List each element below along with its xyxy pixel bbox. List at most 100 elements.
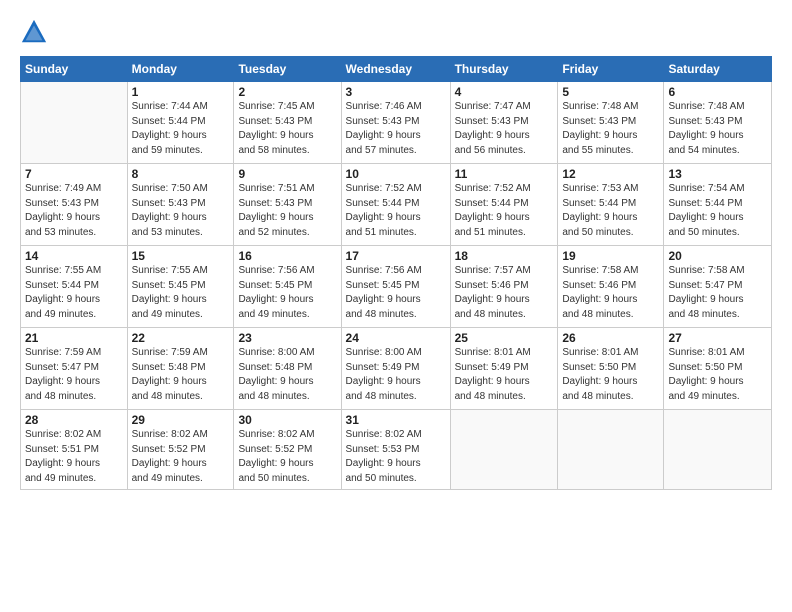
day-info: Sunrise: 7:44 AMSunset: 5:44 PMDaylight:… (132, 100, 230, 158)
calendar-cell: 16Sunrise: 7:56 AMSunset: 5:45 PMDayligh… (234, 246, 341, 328)
calendar-cell: 2Sunrise: 7:45 AMSunset: 5:43 PMDaylight… (234, 82, 341, 164)
day-number: 13 (668, 167, 767, 181)
day-info: Sunrise: 7:46 AMSunset: 5:43 PMDaylight:… (346, 100, 446, 158)
day-info: Sunrise: 8:00 AMSunset: 5:48 PMDaylight:… (238, 346, 336, 404)
day-info: Sunrise: 7:45 AMSunset: 5:43 PMDaylight:… (238, 100, 336, 158)
calendar-cell: 23Sunrise: 8:00 AMSunset: 5:48 PMDayligh… (234, 328, 341, 410)
calendar-cell: 3Sunrise: 7:46 AMSunset: 5:43 PMDaylight… (341, 82, 450, 164)
page: SundayMondayTuesdayWednesdayThursdayFrid… (0, 0, 792, 612)
day-number: 17 (346, 249, 446, 263)
day-info: Sunrise: 7:50 AMSunset: 5:43 PMDaylight:… (132, 182, 230, 240)
calendar-cell: 31Sunrise: 8:02 AMSunset: 5:53 PMDayligh… (341, 410, 450, 490)
day-info: Sunrise: 8:02 AMSunset: 5:53 PMDaylight:… (346, 428, 446, 486)
calendar-cell: 17Sunrise: 7:56 AMSunset: 5:45 PMDayligh… (341, 246, 450, 328)
calendar-header-row: SundayMondayTuesdayWednesdayThursdayFrid… (21, 57, 772, 82)
day-info: Sunrise: 7:47 AMSunset: 5:43 PMDaylight:… (455, 100, 554, 158)
logo (20, 18, 52, 46)
calendar-cell: 6Sunrise: 7:48 AMSunset: 5:43 PMDaylight… (664, 82, 772, 164)
day-info: Sunrise: 8:01 AMSunset: 5:49 PMDaylight:… (455, 346, 554, 404)
day-number: 3 (346, 85, 446, 99)
header (20, 18, 772, 46)
day-info: Sunrise: 7:54 AMSunset: 5:44 PMDaylight:… (668, 182, 767, 240)
calendar-cell: 21Sunrise: 7:59 AMSunset: 5:47 PMDayligh… (21, 328, 128, 410)
calendar-cell: 8Sunrise: 7:50 AMSunset: 5:43 PMDaylight… (127, 164, 234, 246)
calendar-cell: 13Sunrise: 7:54 AMSunset: 5:44 PMDayligh… (664, 164, 772, 246)
calendar-cell: 15Sunrise: 7:55 AMSunset: 5:45 PMDayligh… (127, 246, 234, 328)
calendar-cell (450, 410, 558, 490)
calendar-week-row: 28Sunrise: 8:02 AMSunset: 5:51 PMDayligh… (21, 410, 772, 490)
calendar-week-row: 21Sunrise: 7:59 AMSunset: 5:47 PMDayligh… (21, 328, 772, 410)
day-info: Sunrise: 8:02 AMSunset: 5:52 PMDaylight:… (132, 428, 230, 486)
calendar-cell: 28Sunrise: 8:02 AMSunset: 5:51 PMDayligh… (21, 410, 128, 490)
calendar-cell: 4Sunrise: 7:47 AMSunset: 5:43 PMDaylight… (450, 82, 558, 164)
calendar-day-header: Tuesday (234, 57, 341, 82)
day-info: Sunrise: 8:02 AMSunset: 5:51 PMDaylight:… (25, 428, 123, 486)
day-info: Sunrise: 7:56 AMSunset: 5:45 PMDaylight:… (346, 264, 446, 322)
day-number: 5 (562, 85, 659, 99)
day-number: 15 (132, 249, 230, 263)
calendar-cell: 9Sunrise: 7:51 AMSunset: 5:43 PMDaylight… (234, 164, 341, 246)
calendar-cell: 27Sunrise: 8:01 AMSunset: 5:50 PMDayligh… (664, 328, 772, 410)
day-number: 2 (238, 85, 336, 99)
day-number: 21 (25, 331, 123, 345)
day-number: 20 (668, 249, 767, 263)
day-number: 4 (455, 85, 554, 99)
day-info: Sunrise: 7:58 AMSunset: 5:47 PMDaylight:… (668, 264, 767, 322)
day-number: 6 (668, 85, 767, 99)
calendar-day-header: Sunday (21, 57, 128, 82)
calendar-week-row: 14Sunrise: 7:55 AMSunset: 5:44 PMDayligh… (21, 246, 772, 328)
day-info: Sunrise: 7:55 AMSunset: 5:45 PMDaylight:… (132, 264, 230, 322)
day-number: 29 (132, 413, 230, 427)
calendar-cell: 10Sunrise: 7:52 AMSunset: 5:44 PMDayligh… (341, 164, 450, 246)
calendar-cell: 7Sunrise: 7:49 AMSunset: 5:43 PMDaylight… (21, 164, 128, 246)
calendar-cell: 5Sunrise: 7:48 AMSunset: 5:43 PMDaylight… (558, 82, 664, 164)
day-info: Sunrise: 7:55 AMSunset: 5:44 PMDaylight:… (25, 264, 123, 322)
day-number: 18 (455, 249, 554, 263)
calendar-week-row: 1Sunrise: 7:44 AMSunset: 5:44 PMDaylight… (21, 82, 772, 164)
day-number: 14 (25, 249, 123, 263)
calendar-day-header: Thursday (450, 57, 558, 82)
day-number: 30 (238, 413, 336, 427)
calendar-cell: 24Sunrise: 8:00 AMSunset: 5:49 PMDayligh… (341, 328, 450, 410)
day-number: 19 (562, 249, 659, 263)
calendar-week-row: 7Sunrise: 7:49 AMSunset: 5:43 PMDaylight… (21, 164, 772, 246)
calendar-day-header: Friday (558, 57, 664, 82)
day-info: Sunrise: 7:51 AMSunset: 5:43 PMDaylight:… (238, 182, 336, 240)
calendar-cell: 19Sunrise: 7:58 AMSunset: 5:46 PMDayligh… (558, 246, 664, 328)
day-info: Sunrise: 7:53 AMSunset: 5:44 PMDaylight:… (562, 182, 659, 240)
calendar-cell: 26Sunrise: 8:01 AMSunset: 5:50 PMDayligh… (558, 328, 664, 410)
logo-icon (20, 18, 48, 46)
day-number: 27 (668, 331, 767, 345)
calendar-cell: 14Sunrise: 7:55 AMSunset: 5:44 PMDayligh… (21, 246, 128, 328)
day-number: 24 (346, 331, 446, 345)
calendar-cell: 18Sunrise: 7:57 AMSunset: 5:46 PMDayligh… (450, 246, 558, 328)
calendar-cell (664, 410, 772, 490)
day-info: Sunrise: 8:01 AMSunset: 5:50 PMDaylight:… (668, 346, 767, 404)
day-info: Sunrise: 8:02 AMSunset: 5:52 PMDaylight:… (238, 428, 336, 486)
day-info: Sunrise: 8:00 AMSunset: 5:49 PMDaylight:… (346, 346, 446, 404)
day-number: 11 (455, 167, 554, 181)
day-number: 7 (25, 167, 123, 181)
day-info: Sunrise: 7:48 AMSunset: 5:43 PMDaylight:… (668, 100, 767, 158)
day-number: 9 (238, 167, 336, 181)
day-number: 23 (238, 331, 336, 345)
day-info: Sunrise: 7:52 AMSunset: 5:44 PMDaylight:… (455, 182, 554, 240)
calendar-day-header: Saturday (664, 57, 772, 82)
calendar-day-header: Wednesday (341, 57, 450, 82)
day-number: 26 (562, 331, 659, 345)
day-info: Sunrise: 7:58 AMSunset: 5:46 PMDaylight:… (562, 264, 659, 322)
day-info: Sunrise: 7:57 AMSunset: 5:46 PMDaylight:… (455, 264, 554, 322)
calendar-cell: 11Sunrise: 7:52 AMSunset: 5:44 PMDayligh… (450, 164, 558, 246)
day-info: Sunrise: 7:48 AMSunset: 5:43 PMDaylight:… (562, 100, 659, 158)
day-number: 16 (238, 249, 336, 263)
calendar-cell (21, 82, 128, 164)
day-number: 25 (455, 331, 554, 345)
day-info: Sunrise: 7:56 AMSunset: 5:45 PMDaylight:… (238, 264, 336, 322)
calendar-cell: 1Sunrise: 7:44 AMSunset: 5:44 PMDaylight… (127, 82, 234, 164)
day-number: 10 (346, 167, 446, 181)
day-number: 12 (562, 167, 659, 181)
calendar-cell: 29Sunrise: 8:02 AMSunset: 5:52 PMDayligh… (127, 410, 234, 490)
day-info: Sunrise: 7:59 AMSunset: 5:47 PMDaylight:… (25, 346, 123, 404)
calendar-cell: 22Sunrise: 7:59 AMSunset: 5:48 PMDayligh… (127, 328, 234, 410)
day-number: 22 (132, 331, 230, 345)
